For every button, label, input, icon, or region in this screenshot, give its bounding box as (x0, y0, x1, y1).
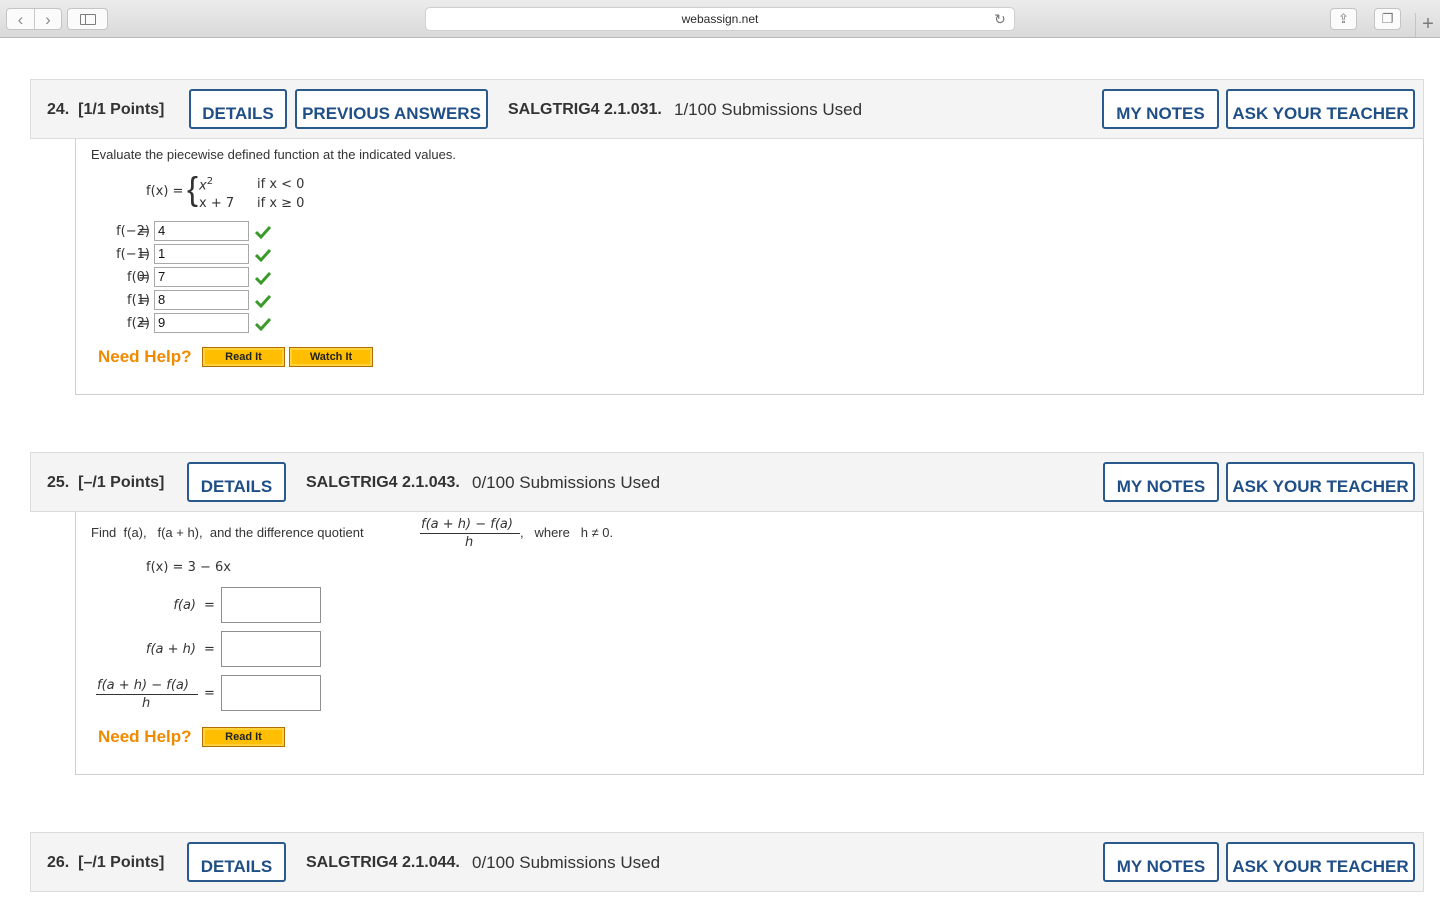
show-tabs-button[interactable]: ❐ (1374, 8, 1401, 30)
tabs-icon: ❐ (1381, 11, 1394, 26)
question-points: [–/1 Points] (78, 474, 165, 491)
read-it-button[interactable]: Read It (202, 347, 285, 367)
question-number: 26. (47, 854, 70, 871)
answer-input[interactable]: 1 (154, 244, 249, 264)
question-number-25: 25. [–/1 Points] (47, 474, 164, 492)
question-number-24: 24. [1/1 Points] (47, 101, 164, 119)
brace-glyph: { (187, 170, 199, 207)
difference-quotient-numerator: f(a + h) − f(a) (421, 517, 513, 532)
chevron-right-icon: › (45, 9, 51, 29)
nav-button-group: ‹ › (6, 8, 62, 30)
details-button[interactable]: DETAILS (187, 462, 286, 502)
chevron-left-icon: ‹ (17, 9, 24, 29)
question-prompt: Find f(a), f(a + h), and the difference … (91, 525, 364, 540)
answer-input[interactable]: 8 (154, 290, 249, 310)
submissions-used: 0/100 Submissions Used (472, 853, 661, 872)
back-button[interactable]: ‹ (7, 9, 34, 29)
field-label: f(a) (173, 598, 196, 613)
question-body-25: Find f(a), f(a + h), and the difference … (75, 512, 1424, 775)
function-lhs: f(x) = (146, 184, 184, 199)
question-code: SALGTRIG4 2.1.044. (306, 854, 460, 871)
forward-button[interactable]: › (34, 9, 61, 29)
equals-sign: = (138, 293, 149, 308)
dq-field-numerator: f(a + h) − f(a) (97, 678, 189, 693)
address-bar[interactable]: webassign.net ↻ (425, 7, 1015, 31)
answer-input[interactable]: 7 (154, 267, 249, 287)
equals-sign: = (138, 316, 149, 331)
question-code: SALGTRIG4 2.1.031. (508, 101, 662, 118)
question-header-24: 24. [1/1 Points] DETAILS PREVIOUS ANSWER… (30, 79, 1424, 139)
difference-quotient-input[interactable] (221, 675, 321, 711)
sidebar-toggle-button[interactable] (67, 8, 108, 30)
equals-sign: = (138, 247, 149, 262)
question-points: [–/1 Points] (78, 854, 165, 871)
read-it-button[interactable]: Read It (202, 727, 285, 747)
question-prompt-end: , where h ≠ 0. (520, 525, 614, 540)
my-notes-button[interactable]: MY NOTES (1102, 89, 1219, 129)
question-header-26: 26. [–/1 Points] DETAILS SALGTRIG4 2.1.0… (30, 832, 1424, 892)
checkmark-icon (255, 294, 271, 308)
checkmark-icon (255, 225, 271, 239)
question-prompt: Evaluate the piecewise defined function … (91, 147, 456, 162)
previous-answers-button[interactable]: PREVIOUS ANSWERS (295, 89, 488, 129)
my-notes-button[interactable]: MY NOTES (1103, 462, 1219, 502)
dq-field-denominator: h (142, 696, 151, 711)
details-button[interactable]: DETAILS (189, 89, 287, 129)
question-number-26: 26. [–/1 Points] (47, 854, 164, 872)
reload-icon[interactable]: ↻ (992, 11, 1008, 27)
ask-your-teacher-button[interactable]: ASK YOUR TEACHER (1226, 462, 1415, 502)
piece1-base: x (199, 178, 207, 194)
submissions-used: 0/100 Submissions Used (472, 473, 661, 492)
fraction-bar (96, 694, 198, 695)
piece2-condition: if x ≥ 0 (257, 196, 305, 211)
share-icon: ⇪ (1338, 11, 1349, 26)
browser-toolbar: ‹ › webassign.net ↻ ⇪ ❐ + (0, 0, 1440, 38)
function-definition: f(x) = 3 − 6x (146, 560, 231, 575)
f-a-input[interactable] (221, 587, 321, 623)
ask-your-teacher-button[interactable]: ASK YOUR TEACHER (1226, 89, 1415, 129)
answer-input[interactable]: 9 (154, 313, 249, 333)
checkmark-icon (255, 248, 271, 262)
equals-sign: = (204, 686, 215, 701)
need-help-label: Need Help? (98, 347, 192, 366)
question-number: 24. (47, 101, 70, 118)
equals-sign: = (204, 642, 215, 657)
plus-icon: + (1422, 13, 1434, 35)
piece1-exponent: 2 (206, 176, 214, 187)
equals-sign: = (138, 270, 149, 285)
piece2-expression: x + 7 (199, 196, 235, 211)
submissions-used: 1/100 Submissions Used (674, 100, 863, 119)
question-points: [1/1 Points] (78, 101, 165, 118)
question-header-25: 25. [–/1 Points] DETAILS SALGTRIG4 2.1.0… (30, 452, 1424, 512)
answer-input[interactable]: 4 (154, 221, 249, 241)
piece1-expression: x2 (199, 176, 213, 193)
f-a-plus-h-input[interactable] (221, 631, 321, 667)
watch-it-button[interactable]: Watch It (289, 347, 373, 367)
details-button[interactable]: DETAILS (187, 842, 286, 882)
question-code: SALGTRIG4 2.1.043. (306, 474, 460, 491)
ask-your-teacher-button[interactable]: ASK YOUR TEACHER (1226, 842, 1415, 882)
new-tab-button[interactable]: + (1415, 13, 1440, 37)
question-number: 25. (47, 474, 70, 491)
my-notes-button[interactable]: MY NOTES (1103, 842, 1219, 882)
fraction-bar (420, 533, 520, 534)
checkmark-icon (255, 271, 271, 285)
question-body-24: Evaluate the piecewise defined function … (75, 139, 1424, 395)
sidebar-icon (79, 13, 96, 25)
share-button[interactable]: ⇪ (1330, 8, 1357, 30)
url-text: webassign.net (681, 12, 759, 26)
equals-sign: = (204, 598, 215, 613)
need-help-label: Need Help? (98, 727, 192, 746)
piece1-condition: if x < 0 (257, 177, 305, 192)
equals-sign: = (138, 224, 149, 239)
difference-quotient-denominator: h (465, 535, 474, 550)
field-label: f(a + h) (145, 642, 196, 657)
checkmark-icon (255, 317, 271, 331)
